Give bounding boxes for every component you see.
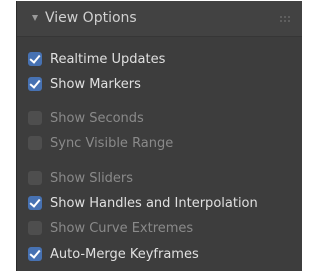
checkbox[interactable] bbox=[28, 196, 42, 210]
option-label: Show Markers bbox=[50, 76, 141, 92]
chevron-down-icon[interactable] bbox=[32, 15, 38, 21]
option-realtime-updates[interactable]: Realtime Updates bbox=[28, 48, 165, 70]
option-label: Show Handles and Interpolation bbox=[50, 195, 258, 211]
option-label: Sync Visible Range bbox=[50, 135, 174, 151]
panel-header[interactable]: View Options bbox=[17, 1, 302, 37]
option-label: Auto-Merge Keyframes bbox=[50, 246, 199, 262]
checkbox[interactable] bbox=[28, 247, 42, 261]
checkbox[interactable] bbox=[28, 111, 42, 125]
option-show-seconds[interactable]: Show Seconds bbox=[28, 107, 144, 129]
checkbox[interactable] bbox=[28, 136, 42, 150]
option-show-sliders[interactable]: Show Sliders bbox=[28, 167, 133, 189]
grip-dots-icon[interactable] bbox=[280, 16, 292, 22]
checkbox[interactable] bbox=[28, 171, 42, 185]
option-label: Show Seconds bbox=[50, 110, 144, 126]
option-label: Show Sliders bbox=[50, 170, 134, 186]
option-sync-visible-range[interactable]: Sync Visible Range bbox=[28, 132, 173, 154]
option-show-handles-and-interpolation[interactable]: Show Handles and Interpolation bbox=[28, 192, 258, 214]
panel-title: View Options bbox=[45, 10, 137, 26]
checkbox[interactable] bbox=[28, 77, 42, 91]
option-label: Show Curve Extremes bbox=[50, 220, 194, 236]
option-label: Realtime Updates bbox=[50, 51, 166, 67]
view-options-panel: View Options Realtime Updates Show Marke… bbox=[16, 1, 302, 271]
checkbox[interactable] bbox=[28, 221, 42, 235]
checkbox[interactable] bbox=[28, 52, 42, 66]
option-show-markers[interactable]: Show Markers bbox=[28, 73, 141, 95]
option-show-curve-extremes[interactable]: Show Curve Extremes bbox=[28, 217, 193, 239]
option-auto-merge-keyframes[interactable]: Auto-Merge Keyframes bbox=[28, 243, 199, 265]
